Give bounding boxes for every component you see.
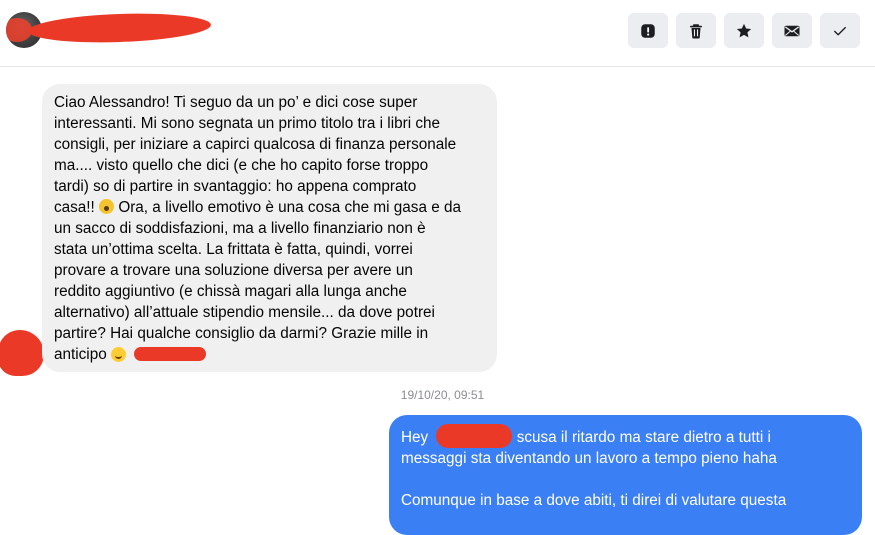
message-line: ma.... visto quello che dici (e che ho c… xyxy=(54,157,429,174)
sender-avatar-redaction xyxy=(0,330,44,376)
report-button[interactable] xyxy=(628,13,668,48)
message-line: tardi) so di partire in svantaggio: ho a… xyxy=(54,178,417,195)
message-line: messaggi sta diventando un lavoro a temp… xyxy=(401,450,777,467)
conversation-header xyxy=(0,0,875,67)
message-text: Ora, a livello emotivo è una cosa che mi… xyxy=(118,199,461,216)
message-line: anticipo xyxy=(54,344,485,365)
message-line: un sacco di soddisfazioni, ma a livello … xyxy=(54,220,426,237)
message-line: Hey scusa il ritardo ma stare dietro a t… xyxy=(401,424,850,448)
delete-button[interactable] xyxy=(676,13,716,48)
envelope-icon xyxy=(784,25,800,36)
checkmark-icon xyxy=(834,26,846,35)
trash-icon xyxy=(690,23,702,38)
name-redaction xyxy=(436,424,513,448)
contact-name-redaction xyxy=(27,10,212,46)
exclamation-icon xyxy=(641,23,655,38)
message-timestamp: 19/10/20, 09:51 xyxy=(400,388,485,402)
message-line: alternativo) all’attuale stipendio mensi… xyxy=(54,304,435,321)
message-line: consigli, per iniziare a capirci qualcos… xyxy=(54,136,457,153)
message-text: anticipo xyxy=(54,346,107,363)
message-line: provare a trovare una soluzione diversa … xyxy=(54,262,413,279)
signature-redaction xyxy=(134,347,207,361)
message-text: Hey xyxy=(401,429,429,446)
message-text: casa!! xyxy=(54,199,95,216)
star-button[interactable] xyxy=(724,13,764,48)
message-line: stata un’ottima scelta. La frittata è fa… xyxy=(54,241,413,258)
screaming-face-emoji-icon xyxy=(99,199,115,214)
smiling-face-emoji-icon xyxy=(110,347,126,362)
message-line: partire? Hai qualche consiglio da darmi?… xyxy=(54,325,429,342)
outgoing-message[interactable]: Hey scusa il ritardo ma stare dietro a t… xyxy=(389,415,862,535)
incoming-message[interactable]: Ciao Alessandro! Ti seguo da un po’ e di… xyxy=(42,84,497,372)
message-line: Comunque in base a dove abiti, ti direi … xyxy=(401,492,787,509)
star-icon xyxy=(736,23,752,37)
done-button[interactable] xyxy=(820,13,860,48)
mark-unread-button[interactable] xyxy=(772,13,812,48)
message-text: scusa il ritardo ma stare dietro a tutti… xyxy=(516,429,771,446)
message-line: reddito aggiuntivo (e chissà magari alla… xyxy=(54,283,407,300)
header-actions xyxy=(628,13,860,48)
message-line: interessanti. Mi sono segnata un primo t… xyxy=(54,115,441,132)
message-line: Ciao Alessandro! Ti seguo da un po’ e di… xyxy=(54,94,418,111)
message-line: casa!! Ora, a livello emotivo è una cosa… xyxy=(54,197,485,218)
